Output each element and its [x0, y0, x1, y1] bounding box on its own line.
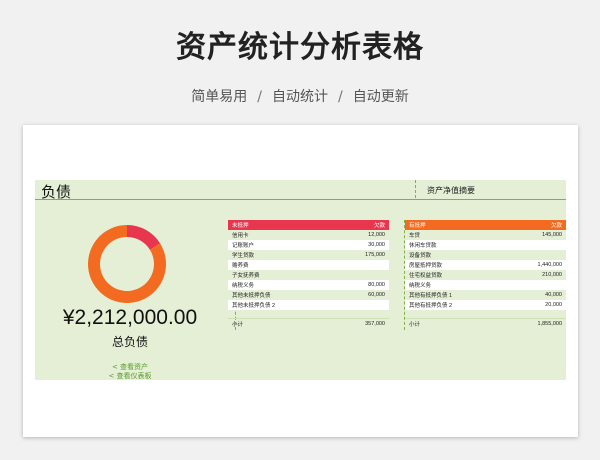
row-amount: 30,000 — [368, 242, 385, 248]
table-subtotal-row: 小计 1,855,000 — [405, 318, 566, 329]
spreadsheet-sheet: 负债 资产净值摘要 ¥2,212,000.00 总负债 < 查看资产 < 查看仪… — [23, 125, 578, 437]
row-amount: 145,000 — [542, 232, 562, 238]
subtitle-separator: / — [257, 89, 262, 105]
table-row[interactable]: 休闲车贷款 — [405, 240, 566, 250]
row-name: 房屋抵押贷款 — [409, 263, 443, 269]
row-name: 住宅权益贷款 — [409, 273, 443, 279]
row-name: 纳税义务 — [409, 283, 432, 289]
donut-slice-unsecured — [127, 225, 161, 250]
row-name: 纳税义务 — [232, 283, 255, 289]
table-row[interactable]: 纳税义务 — [405, 280, 566, 290]
table-row[interactable]: 其他有抵押负债 1 40,000 — [405, 290, 566, 300]
total-liabilities-amount: ¥2,212,000.00 — [62, 306, 198, 329]
table-row[interactable]: 车贷 145,000 — [405, 230, 566, 240]
liabilities-section: 负债 资产净值摘要 ¥2,212,000.00 总负债 < 查看资产 < 查看仪… — [35, 180, 566, 380]
subtotal-amount: 357,000 — [365, 321, 385, 327]
row-name: 车贷 — [409, 233, 421, 239]
row-name: 赡养费 — [232, 263, 249, 269]
table-row[interactable]: 纳税义务 80,000 — [228, 280, 389, 290]
table-header: 有抵押 欠款 — [405, 220, 566, 230]
page-subtitle: 简单易用 / 自动统计 / 自动更新 — [0, 86, 600, 106]
row-amount: 60,000 — [368, 292, 385, 298]
row-amount: 175,000 — [365, 252, 385, 258]
table-row[interactable]: 设备贷款 — [405, 250, 566, 260]
header-dashed-divider — [415, 180, 416, 198]
table-subtotal-row: 小计 357,000 — [228, 318, 389, 329]
row-amount: 210,000 — [542, 272, 562, 278]
table-row[interactable]: 房屋抵押贷款 1,440,000 — [405, 260, 566, 270]
subtitle-item-3: 自动更新 — [352, 89, 409, 105]
row-amount: 20,000 — [545, 302, 562, 308]
row-name: 子女抚养费 — [232, 273, 260, 279]
row-name: 学生贷款 — [232, 253, 255, 259]
table-row[interactable]: 其他有抵押负债 2 20,000 — [405, 300, 566, 310]
table-row[interactable]: 其他未抵押负债 2 — [228, 300, 389, 310]
table-row[interactable]: 子女抚养费 — [228, 270, 389, 280]
subtotal-amount: 1,855,000 — [537, 321, 562, 327]
liabilities-donut-chart — [88, 225, 167, 303]
table-row[interactable]: 住宅权益贷款 210,000 — [405, 270, 566, 280]
row-amount: 80,000 — [368, 282, 385, 288]
unsecured-liabilities-table: 未抵押 欠款信用卡 12,000 记账账户 30,000 学生贷款 175,000 赡养费子女… — [228, 220, 389, 329]
header-amount: 欠款 — [550, 223, 562, 229]
subtotal-label: 小计 — [409, 322, 421, 328]
row-amount: 40,000 — [545, 292, 562, 298]
table-row[interactable]: 其他未抵押负债 60,000 — [228, 290, 389, 300]
subtitle-separator: / — [338, 89, 343, 105]
secured-liabilities-table: 有抵押 欠款车贷 145,000 休闲车贷款设备贷款房屋抵押贷款 1,440,000 住宅… — [405, 220, 566, 329]
header-name: 有抵押 — [409, 223, 426, 229]
table-row[interactable]: 信用卡 12,000 — [228, 230, 389, 240]
row-name: 记账账户 — [232, 243, 255, 249]
header-divider — [35, 199, 566, 200]
subtitle-item-2: 自动统计 — [272, 89, 328, 105]
subtitle-item-1: 简单易用 — [191, 89, 248, 105]
table-row[interactable]: 记账账户 30,000 — [228, 240, 389, 250]
row-name: 其他未抵押负债 — [232, 293, 271, 299]
total-liabilities-label: 总负债 — [111, 335, 148, 349]
header-amount: 欠款 — [373, 223, 385, 229]
net-worth-summary-label: 资产净值摘要 — [427, 186, 475, 195]
page-title: 资产统计分析表格 — [176, 30, 424, 65]
row-name: 信用卡 — [232, 233, 249, 239]
table-row[interactable]: 学生贷款 175,000 — [228, 250, 389, 260]
row-name: 设备贷款 — [409, 253, 432, 259]
table-row[interactable]: 赡养费 — [228, 260, 389, 270]
table-header: 未抵押 欠款 — [228, 220, 389, 230]
row-name: 其他有抵押负债 2 — [409, 303, 453, 309]
row-amount: 1,440,000 — [537, 262, 562, 268]
view-dashboard-link[interactable]: < 查看仪表板 — [35, 371, 225, 381]
row-name: 其他有抵押负债 1 — [409, 293, 453, 299]
subtotal-label: 小计 — [232, 322, 244, 328]
row-name: 其他未抵押负债 2 — [232, 303, 276, 309]
header-name: 未抵押 — [232, 223, 249, 229]
row-name: 休闲车贷款 — [409, 243, 437, 249]
row-amount: 12,000 — [368, 232, 385, 238]
